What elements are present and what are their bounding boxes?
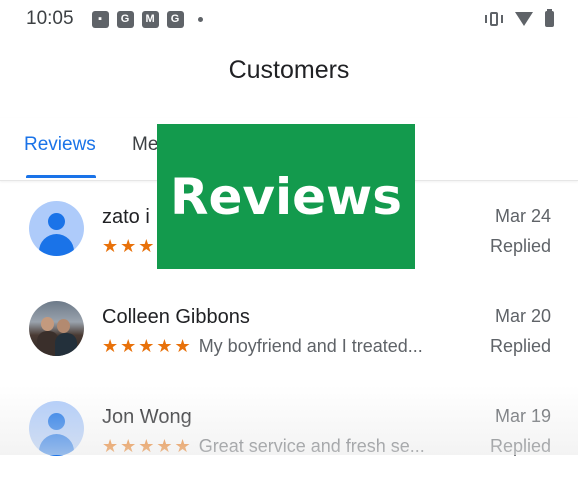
review-snippet: My boyfriend and I treated... bbox=[198, 336, 423, 356]
review-summary: ★★★★★ My boyfriend and I treated... bbox=[102, 336, 423, 357]
review-date: Mar 19 bbox=[494, 406, 551, 426]
reviewer-name: Jon Wong bbox=[102, 406, 192, 428]
selected-tab-indicator bbox=[26, 175, 96, 178]
reply-status: Replied bbox=[489, 436, 551, 456]
review-summary: ★★★ bbox=[102, 236, 162, 257]
more-notifications-icon bbox=[197, 16, 203, 22]
vibrate-icon bbox=[485, 12, 503, 26]
status-bar: 10:05 ▪ G M G bbox=[0, 0, 578, 38]
notification-icons: ▪ G M G bbox=[91, 10, 203, 28]
page-title: Customers bbox=[228, 56, 350, 84]
avatar bbox=[29, 401, 84, 456]
review-date: Mar 24 bbox=[494, 206, 551, 226]
reviewer-name: Colleen Gibbons bbox=[102, 306, 250, 328]
tab-reviews[interactable]: Reviews bbox=[24, 134, 96, 156]
google-icon: G bbox=[166, 10, 184, 28]
system-icons bbox=[485, 9, 554, 27]
star-rating: ★★★★★ bbox=[102, 436, 193, 457]
reply-status: Replied bbox=[489, 336, 551, 356]
review-summary: ★★★★★ Great service and fresh se... bbox=[102, 436, 425, 457]
battery-icon bbox=[545, 9, 554, 27]
gmail-icon: M bbox=[141, 10, 159, 28]
review-row[interactable]: Colleen Gibbons ★★★★★ My boyfriend and I… bbox=[0, 298, 578, 398]
image-icon: ▪ bbox=[91, 10, 109, 28]
avatar bbox=[29, 301, 84, 356]
banner-text: Reviews bbox=[169, 167, 402, 226]
google-icon: G bbox=[116, 10, 134, 28]
review-row[interactable]: Jon Wong ★★★★★ Great service and fresh s… bbox=[0, 398, 578, 498]
reply-status: Replied bbox=[489, 236, 551, 256]
wifi-icon bbox=[515, 12, 533, 26]
star-rating: ★★★ bbox=[102, 236, 157, 257]
tab-messages[interactable]: Me bbox=[132, 134, 158, 156]
status-time: 10:05 bbox=[26, 8, 74, 29]
reviewer-name: zato i bbox=[102, 206, 150, 228]
avatar bbox=[29, 201, 84, 256]
review-snippet: Great service and fresh se... bbox=[198, 436, 425, 456]
review-date: Mar 20 bbox=[494, 306, 551, 326]
overlay-banner: Reviews bbox=[157, 124, 415, 269]
star-rating: ★★★★★ bbox=[102, 336, 193, 357]
